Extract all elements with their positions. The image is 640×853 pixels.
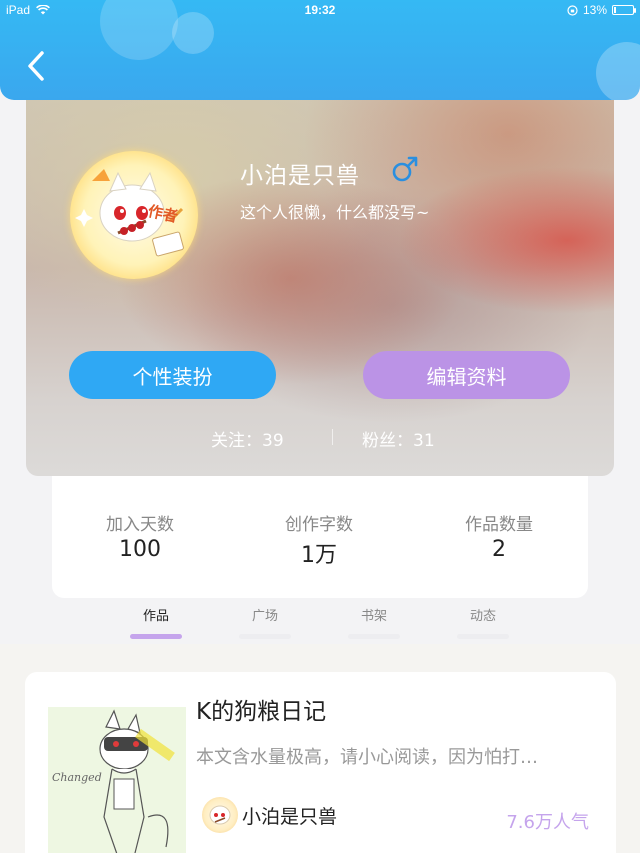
status-bar: iPad 19:32 13% [0,0,640,20]
svg-text:Changed: Changed [52,771,102,784]
stats-card: 加入天数 100 创作字数 1万 作品数量 2 [52,476,588,598]
popularity-count: 7.6万人气 [506,812,589,833]
follow-divider [332,429,333,445]
follow-stats: 关注：39 粉丝：31 [26,426,614,451]
chevron-left-icon [28,51,44,81]
stat-label: 作品数量 [465,515,533,535]
profile-card: 作者 小泊是只兽 这个人很懒，什么都没写~ 个性装扮 编辑资料 关注：39 粉丝… [26,96,614,476]
user-bio: 这个人很懒，什么都没写~ [240,203,430,222]
stat-join-days: 加入天数 100 [60,510,220,562]
battery-icon [612,5,636,15]
stat-label: 加入天数 [106,515,174,535]
header-bar: iPad 19:32 13% [0,0,640,100]
header-bubble-decoration [596,42,640,100]
stat-label: 创作字数 [285,515,353,535]
work-title: K的狗粮日记 [196,699,327,725]
tab-indicator [348,634,400,639]
work-cover-image: Changed [48,707,186,853]
user-name: 小泊是只兽 [240,163,360,189]
tab-works[interactable]: 作品 [116,605,196,639]
stat-value: 2 [492,537,506,562]
tab-indicator [130,634,182,639]
status-time: 19:32 [304,3,336,17]
stat-value: 100 [119,537,161,562]
avatar-character-image [75,169,184,257]
orientation-lock-icon [567,4,578,16]
edit-profile-button[interactable]: 编辑资料 [363,351,570,399]
following-count[interactable]: 关注：39 [211,426,284,451]
tab-label: 作品 [142,609,169,624]
stat-works-count: 作品数量 2 [419,510,579,562]
tab-label: 广场 [251,609,278,624]
male-gender-icon [392,156,418,182]
personal-decoration-button[interactable]: 个性装扮 [69,351,276,399]
tab-indicator [457,634,509,639]
battery-fill [614,7,617,13]
cover-illustration: Changed [48,707,186,853]
avatar[interactable]: 作者 [70,151,198,279]
tab-activity[interactable]: 动态 [443,605,523,639]
author-avatar [202,797,238,833]
author-name: 小泊是只兽 [242,805,338,828]
tab-label: 书架 [360,609,387,624]
fans-count[interactable]: 粉丝：31 [362,426,435,451]
tab-label: 动态 [469,609,496,624]
stat-word-count: 创作字数 1万 [239,510,399,569]
tab-bar: 作品 广场 书架 动态 [0,598,640,644]
tab-bookshelf[interactable]: 书架 [334,605,414,639]
work-item[interactable]: Changed K的狗粮日记 本文含水量极高，请小心阅读，因为怕打… 小泊是只兽… [25,672,616,853]
work-author: 小泊是只兽 [202,797,337,833]
tab-indicator [239,634,291,639]
battery-percent: 13% [582,3,607,17]
stat-value: 1万 [301,543,337,568]
tab-plaza[interactable]: 广场 [225,605,305,639]
work-description: 本文含水量极高，请小心阅读，因为怕打… [196,747,538,768]
author-avatar-image [209,805,231,825]
back-button[interactable] [20,46,52,86]
